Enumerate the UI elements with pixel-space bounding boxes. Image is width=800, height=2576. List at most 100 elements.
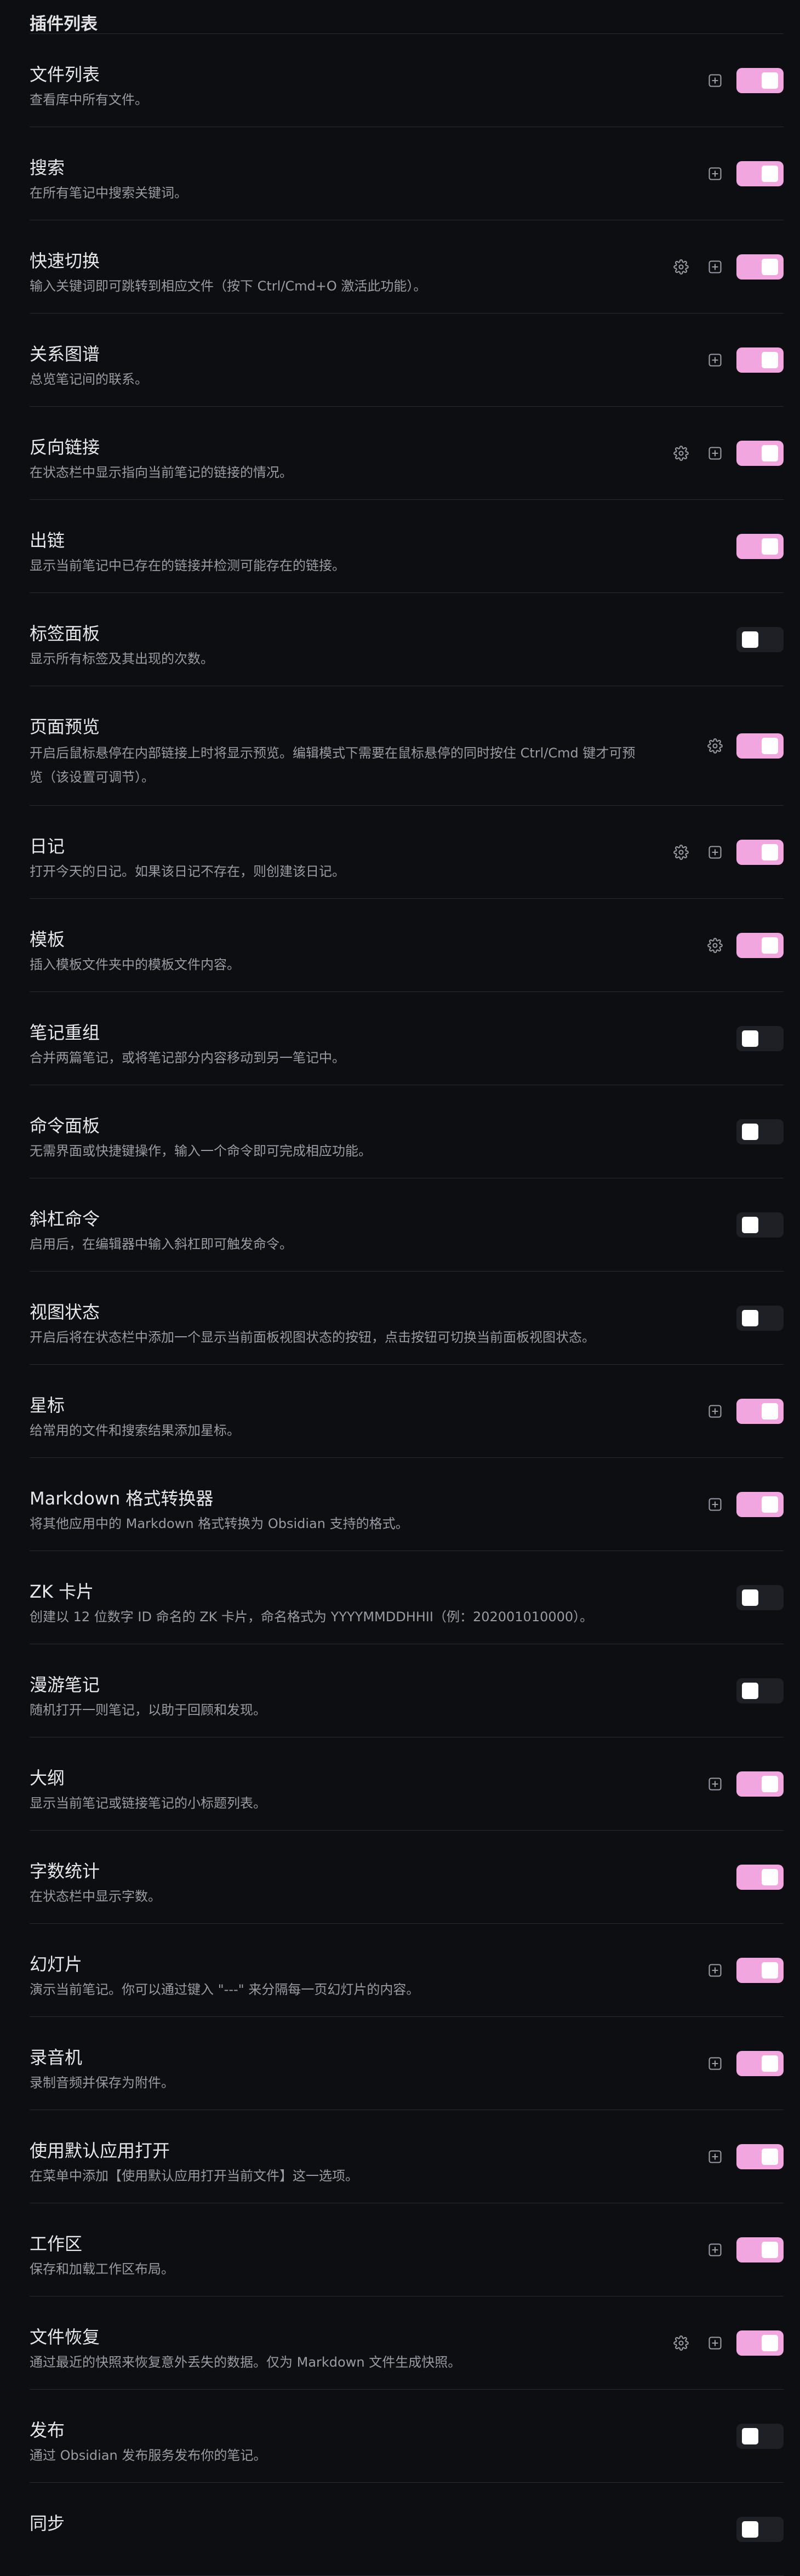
toggle-knob <box>762 351 778 368</box>
gear-icon[interactable] <box>702 733 728 759</box>
plugin-description: 启用后，在编辑器中输入斜杠即可触发命令。 <box>30 1236 293 1252</box>
add-hotkey-icon[interactable] <box>702 2051 728 2076</box>
plugin-controls <box>736 500 784 592</box>
gear-icon[interactable] <box>668 254 694 280</box>
plugin-info: 发布 通过 Obsidian 发布服务发布你的笔记。 <box>30 2418 641 2466</box>
plugin-toggle[interactable] <box>736 2237 784 2262</box>
plugin-row: 文件恢复 通过最近的快照来恢复意外丢失的数据。仅为 Markdown 文件生成快照… <box>30 2296 784 2390</box>
plugin-row: 关系图谱 总览笔记间的联系。 <box>30 314 784 407</box>
toggle-knob <box>762 844 778 860</box>
plugin-name: 使用默认应用打开 <box>30 2140 170 2161</box>
add-hotkey-icon[interactable] <box>702 840 728 865</box>
plugin-toggle[interactable] <box>736 1864 784 1890</box>
plugin-toggle[interactable] <box>736 67 784 93</box>
plugin-info: 文件列表 查看库中所有文件。 <box>30 62 641 111</box>
plugin-toggle[interactable] <box>736 1025 784 1051</box>
plugin-toggle[interactable] <box>736 1398 784 1424</box>
plugin-name: 视图状态 <box>30 1302 100 1323</box>
plugin-controls <box>702 1365 784 1457</box>
toggle-knob <box>762 737 778 754</box>
plugin-name: 斜杠命令 <box>30 1209 100 1229</box>
plugin-controls <box>668 407 784 499</box>
plugin-description: 在状态栏中显示字数。 <box>30 1889 161 1904</box>
plugin-row: 发布 通过 Obsidian 发布服务发布你的笔记。 <box>30 2390 784 2483</box>
plugin-toggle[interactable] <box>736 440 784 466</box>
plugin-row: 星标 给常用的文件和搜索结果添加星标。 <box>30 1365 784 1458</box>
plugin-toggle[interactable] <box>736 2050 784 2076</box>
plugin-row: 笔记重组 合并两篇笔记，或将笔记部分内容移动到另一笔记中。 <box>30 992 784 1085</box>
plugin-info: 工作区 保存和加载工作区布局。 <box>30 2232 641 2280</box>
add-hotkey-icon[interactable] <box>702 1492 728 1517</box>
plugin-name: 关系图谱 <box>30 344 100 364</box>
add-hotkey-icon[interactable] <box>702 161 728 186</box>
plugin-description: 通过 Obsidian 发布服务发布你的笔记。 <box>30 2448 267 2463</box>
gear-icon[interactable] <box>702 933 728 958</box>
plugin-controls <box>736 2390 784 2482</box>
plugin-controls <box>702 1737 784 1830</box>
plugin-toggle[interactable] <box>736 2330 784 2356</box>
add-hotkey-icon[interactable] <box>702 2144 728 2169</box>
toggle-knob <box>762 2055 778 2072</box>
plugin-description: 打开今天的日记。如果该日记不存在，则创建该日记。 <box>30 864 345 879</box>
plugin-row: Markdown 格式转换器 将其他应用中的 Markdown 格式转换为 Obs… <box>30 1458 784 1551</box>
add-hotkey-icon[interactable] <box>702 254 728 280</box>
plugin-name: ZK 卡片 <box>30 1581 94 1602</box>
plugin-description: 演示当前笔记。你可以通过键入 "---" 来分隔每一页幻灯片的内容。 <box>30 1982 420 1997</box>
plugin-controls <box>736 1272 784 1364</box>
plugin-toggle[interactable] <box>736 1119 784 1144</box>
add-hotkey-icon[interactable] <box>702 2330 728 2356</box>
plugin-name: 同步 <box>30 2513 65 2534</box>
plugin-description: 将其他应用中的 Markdown 格式转换为 Obsidian 支持的格式。 <box>30 1516 409 1531</box>
add-hotkey-icon[interactable] <box>702 1399 728 1424</box>
plugin-toggle[interactable] <box>736 1771 784 1797</box>
plugin-name: 页面预览 <box>30 716 100 737</box>
gear-icon[interactable] <box>668 441 694 466</box>
plugin-toggle[interactable] <box>736 1212 784 1238</box>
plugin-row: 反向链接 在状态栏中显示指向当前笔记的链接的情况。 <box>30 407 784 500</box>
plugin-controls <box>736 1178 784 1271</box>
add-hotkey-icon[interactable] <box>702 347 728 373</box>
add-hotkey-icon[interactable] <box>702 1958 728 1983</box>
toggle-knob <box>742 1216 758 1233</box>
plugin-list: 文件列表 查看库中所有文件。 搜索 在所有笔记中搜索关键词。 快速切换 输入关键词即可跳转… <box>30 34 784 2576</box>
plugin-row: 大纲 显示当前笔记或链接笔记的小标题列表。 <box>30 1737 784 1831</box>
plugin-toggle[interactable] <box>736 2516 784 2542</box>
plugin-toggle[interactable] <box>736 2423 784 2449</box>
plugin-name: 录音机 <box>30 2047 83 2068</box>
plugin-toggle[interactable] <box>736 347 784 373</box>
plugin-name: 星标 <box>30 1395 65 1416</box>
toggle-knob <box>762 444 778 461</box>
plugin-toggle[interactable] <box>736 2144 784 2169</box>
plugin-name: 命令面板 <box>30 1115 100 1136</box>
add-hotkey-icon[interactable] <box>702 441 728 466</box>
plugin-toggle[interactable] <box>736 1957 784 1983</box>
plugin-toggle[interactable] <box>736 626 784 652</box>
gear-icon[interactable] <box>668 840 694 865</box>
plugin-name: 字数统计 <box>30 1861 100 1882</box>
plugin-name: 工作区 <box>30 2233 83 2254</box>
plugin-toggle[interactable] <box>736 254 784 280</box>
plugin-toggle[interactable] <box>736 161 784 186</box>
plugin-toggle[interactable] <box>736 1491 784 1517</box>
toggle-knob <box>742 631 758 648</box>
gear-icon[interactable] <box>668 2330 694 2356</box>
plugin-controls <box>668 806 784 898</box>
plugin-toggle[interactable] <box>736 733 784 759</box>
plugin-info: 斜杠命令启用后，在编辑器中输入斜杠即可触发命令。 <box>30 1207 641 1255</box>
toggle-knob <box>762 1496 778 1513</box>
plugin-row: ZK 卡片 创建以 12 位数字 ID 命名的 ZK 卡片，命名格式为 YYYYM… <box>30 1551 784 1644</box>
plugin-toggle[interactable] <box>736 533 784 559</box>
plugin-controls <box>736 1644 784 1737</box>
add-hotkey-icon[interactable] <box>702 1771 728 1797</box>
plugin-name: 标签面板 <box>30 623 100 644</box>
add-hotkey-icon[interactable] <box>702 2237 728 2262</box>
plugin-toggle[interactable] <box>736 1678 784 1703</box>
plugin-controls <box>736 992 784 1085</box>
plugin-toggle[interactable] <box>736 839 784 865</box>
plugin-toggle[interactable] <box>736 1305 784 1331</box>
add-hotkey-icon[interactable] <box>702 68 728 93</box>
plugin-toggle[interactable] <box>736 1585 784 1610</box>
plugin-description: 查看库中所有文件。 <box>30 92 148 107</box>
plugin-toggle[interactable] <box>736 932 784 958</box>
plugin-controls <box>736 593 784 686</box>
